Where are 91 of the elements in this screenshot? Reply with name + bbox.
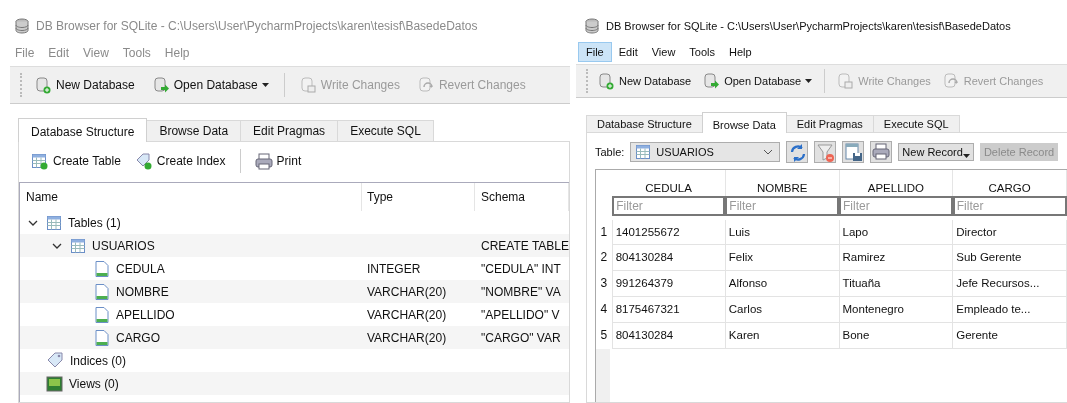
field-label: Table: — [595, 146, 625, 158]
printer-button[interactable] — [870, 141, 893, 163]
schema-text: "APELLIDO" V — [481, 307, 560, 322]
tag-plus-icon — [134, 152, 153, 170]
database-icon — [14, 18, 30, 34]
table-cell: Ramirez — [839, 244, 953, 270]
menu-item[interactable]: Edit — [611, 42, 645, 62]
record-button[interactable]: New Record — [898, 143, 974, 161]
filter-field[interactable]: Filter — [952, 196, 1067, 216]
database-revert-icon — [942, 72, 960, 90]
tree-item[interactable]: CEDULA — [116, 261, 165, 276]
table-cell: Alfonso — [725, 270, 840, 296]
table-cell: Felix — [725, 244, 840, 270]
picture-icon — [46, 375, 63, 392]
toolbar-button[interactable]: New Database — [594, 69, 696, 93]
tree-item[interactable]: Indices (0) — [70, 353, 127, 368]
printer-icon — [254, 152, 273, 170]
column-header[interactable]: Name — [26, 190, 58, 204]
tree-item[interactable]: Views (0) — [69, 376, 119, 391]
type-text: INTEGER — [367, 261, 421, 276]
save-table-icon — [843, 142, 863, 162]
field-icon — [94, 305, 110, 324]
tree-item[interactable]: USUARIOS — [92, 238, 155, 253]
table-cell: Karen — [725, 322, 840, 348]
database-arrow-icon — [703, 72, 721, 90]
tab[interactable]: Database Structure — [586, 115, 703, 132]
table-plus-icon — [31, 152, 49, 170]
table-cell: Tituaña — [839, 270, 953, 296]
field-icon — [94, 259, 110, 278]
funnel-minus-icon — [815, 142, 835, 162]
table-cell: Montenegro — [839, 296, 953, 322]
menu-item[interactable]: File — [578, 42, 612, 62]
table-cell: Jefe Recursos... — [952, 270, 1067, 296]
window-title: DB Browser for SQLite - C:\Users\User\PycharmProjects\karen\tesisf\BasedeDatos — [36, 19, 478, 33]
table-cell: 804130284 — [612, 322, 726, 348]
table-icon — [70, 237, 86, 254]
table-cell: 8175467321 — [612, 296, 726, 322]
table-cell: Luis — [725, 218, 840, 244]
table-dropdown[interactable]: USUARIOS — [630, 142, 781, 162]
save-table-button[interactable] — [842, 141, 865, 163]
type-text: VARCHAR(20) — [367, 307, 447, 322]
table-icon — [635, 144, 652, 160]
funnel-minus-button[interactable] — [814, 141, 837, 163]
tab[interactable]: Execute SQL — [872, 115, 960, 132]
table-icon — [46, 214, 62, 231]
refresh-button[interactable] — [786, 141, 809, 163]
menu-item[interactable]: Help — [722, 42, 759, 62]
table-cell: 1401255672 — [612, 218, 726, 244]
tree-item[interactable]: CARGO — [116, 330, 160, 345]
database-plus-icon — [598, 72, 615, 90]
database-icon — [584, 18, 600, 34]
printer-icon — [871, 142, 891, 162]
row-header-strip — [596, 348, 610, 402]
tree-item[interactable]: APELLIDO — [116, 307, 175, 322]
toolbar-grip — [586, 69, 590, 93]
chevron-icon — [763, 149, 774, 155]
filter-field[interactable]: Filter — [839, 196, 953, 216]
window-title: DB Browser for SQLite - C:\Users\User\PycharmProjects\karen\tesisf\BasedeDatos — [606, 20, 1011, 32]
database-arrow-icon — [152, 76, 170, 94]
column-header[interactable]: Schema — [481, 190, 526, 204]
schema-text: "NOMBRE" VA — [481, 284, 561, 299]
type-text: VARCHAR(20) — [367, 284, 447, 299]
tab[interactable]: Browse Data — [701, 112, 787, 133]
table-cell: Lapo — [839, 218, 953, 244]
tab[interactable]: Edit Pragmas — [785, 115, 874, 132]
schema-text: "CARGO" VAR — [481, 330, 561, 345]
table-cell: 991264379 — [612, 270, 726, 296]
table-cell: Director — [952, 218, 1067, 244]
filter-field[interactable]: Filter — [725, 196, 840, 216]
database-disk-icon — [299, 76, 317, 94]
type-text: VARCHAR(20) — [367, 330, 447, 345]
tree-item[interactable]: NOMBRE — [116, 284, 169, 299]
toolbar-button[interactable]: Open Database — [699, 69, 817, 93]
schema-text: "CEDULA" INT — [481, 261, 561, 276]
filter-field[interactable]: Filter — [612, 196, 726, 216]
database-plus-icon — [35, 76, 52, 94]
menu-item[interactable]: View — [644, 42, 683, 62]
database-disk-icon — [837, 72, 855, 90]
column-header[interactable]: Type — [367, 190, 393, 204]
table-cell: Carlos — [725, 296, 840, 322]
toolbar-grip — [20, 73, 24, 97]
schema-text: CREATE TABLE — [481, 238, 569, 253]
table-cell: 804130284 — [612, 244, 726, 270]
table-cell: Bone — [839, 322, 953, 348]
tag-icon — [46, 351, 64, 370]
table-cell: Gerente — [952, 322, 1067, 348]
menu-item[interactable]: Tools — [682, 42, 723, 62]
tree-item[interactable]: Tables (1) — [68, 215, 121, 230]
table-cell: Empleado te... — [952, 296, 1067, 322]
database-revert-icon — [417, 76, 435, 94]
table-cell: Sub Gerente — [952, 244, 1067, 270]
